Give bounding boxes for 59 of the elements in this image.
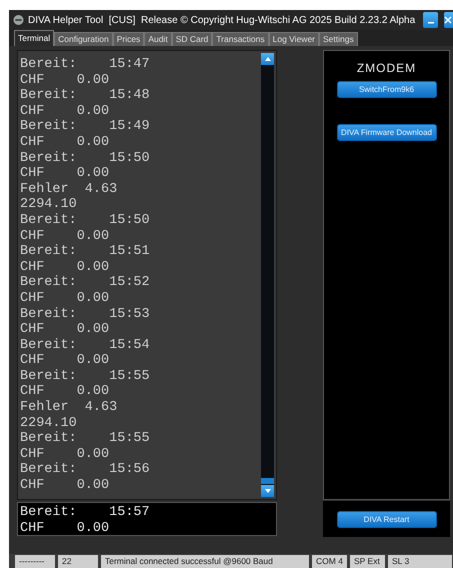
terminal-line: Bereit: 15:52 xyxy=(20,275,151,291)
terminal-line: Bereit: 15:55 xyxy=(20,431,151,447)
terminal-line: Bereit: 15:50 xyxy=(20,150,151,166)
terminal-line: CHF 0.00 xyxy=(20,446,110,462)
terminal-line: CHF 0.00 xyxy=(20,290,110,306)
action-button[interactable]: SwitchFrom9k6 xyxy=(336,81,436,98)
scrollbar-thumb[interactable] xyxy=(261,478,274,484)
terminal-line: CHF 0.00 xyxy=(20,166,110,182)
status-field: COM 4 xyxy=(312,555,347,568)
terminal-line: 2294.10 xyxy=(20,416,78,431)
app-icon xyxy=(13,14,24,26)
panel-heading: ZMODEM xyxy=(356,61,416,75)
tab[interactable]: Audit xyxy=(144,32,172,46)
close-icon xyxy=(444,16,452,24)
down-arrow-icon xyxy=(264,489,270,493)
terminal-line: Bereit: 15:49 xyxy=(20,119,151,135)
terminal-line: Fehler 4.63 xyxy=(20,400,118,416)
terminal-line: Bereit: 15:57 xyxy=(20,505,151,521)
close-button[interactable] xyxy=(444,12,453,28)
terminal-line: CHF 0.00 xyxy=(20,520,110,536)
terminal-line: CHF 0.00 xyxy=(20,260,110,275)
window-title: DIVA Helper Tool [CUS] Release © Copyright Hug-Witschi AG 2025 Build 2.23.2 Alpha xyxy=(28,14,416,26)
status-field: SL 3 xyxy=(388,555,452,568)
tab[interactable]: Terminal xyxy=(14,30,54,46)
status-field: --------- xyxy=(15,555,55,568)
scrollbar[interactable] xyxy=(261,53,274,497)
tab[interactable]: SD Card xyxy=(172,32,212,46)
terminal-line: CHF 0.00 xyxy=(20,353,110,369)
status-field: 22 xyxy=(58,555,98,568)
tab[interactable]: Prices xyxy=(112,32,144,46)
status-field: SP Ext xyxy=(350,555,385,568)
terminal-line: Bereit: 15:50 xyxy=(20,212,151,229)
terminal-line: Bereit: 15:51 xyxy=(20,244,151,260)
up-arrow-icon xyxy=(264,57,270,61)
restart-button[interactable]: DIVA Restart xyxy=(336,510,436,528)
tab[interactable]: Settings xyxy=(319,32,358,46)
tab[interactable]: Log Viewer xyxy=(268,32,319,46)
tab[interactable]: Transactions xyxy=(212,32,269,46)
terminal-line: Bereit: 15:55 xyxy=(20,368,151,384)
terminal-line: CHF 0.00 xyxy=(20,134,110,151)
terminal-line: CHF 0.00 xyxy=(20,478,110,494)
terminal-line: CHF 0.00 xyxy=(20,384,110,400)
terminal-line: Bereit: 15:48 xyxy=(20,88,151,104)
tab[interactable]: Configuration xyxy=(54,32,113,46)
terminal-line: Bereit: 15:53 xyxy=(20,306,151,322)
terminal-line: CHF 0.00 xyxy=(20,228,110,244)
minimize-button[interactable] xyxy=(423,12,438,28)
terminal-line: Bereit: 15:54 xyxy=(20,338,151,354)
terminal-line: Bereit: 15:47 xyxy=(20,57,151,73)
terminal-line: CHF 0.00 xyxy=(20,104,110,119)
scroll-down-button[interactable] xyxy=(261,485,274,497)
terminal-line: CHF 0.00 xyxy=(20,72,110,88)
terminal-line: CHF 0.00 xyxy=(20,322,110,338)
terminal-line: Bereit: 15:56 xyxy=(20,462,151,478)
scroll-up-button[interactable] xyxy=(261,53,274,65)
action-button[interactable]: DIVA Firmware Download xyxy=(336,124,436,141)
terminal-line: Fehler 4.63 xyxy=(20,182,118,198)
status-field: Terminal connected successful @9600 Baud xyxy=(101,555,309,568)
terminal-line: 2294.10 xyxy=(20,197,78,213)
